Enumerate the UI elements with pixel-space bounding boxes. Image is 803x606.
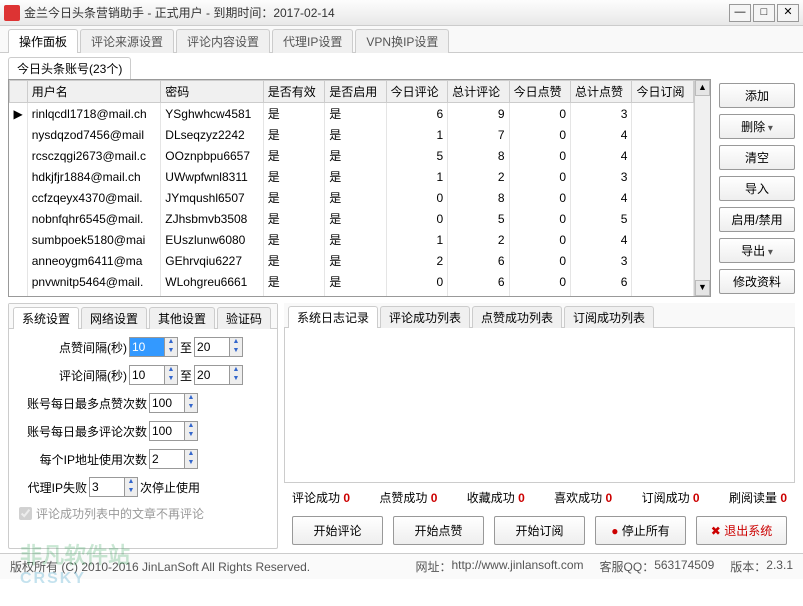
comment-interval-label: 评论间隔(秒) [19,367,127,384]
max-like-input[interactable] [150,394,184,412]
tab-network-settings[interactable]: 网络设置 [81,307,147,329]
ip-use-label: 每个IP地址使用次数 [19,451,147,468]
proxy-fail-suffix: 次停止使用 [140,479,200,496]
column-header[interactable]: 今日点赞 [509,81,570,103]
footer: 版权所有 (C) 2010-2016 JinLanSoft All Rights… [0,553,803,579]
start-subscribe-button[interactable]: 开始订阅 [494,516,585,545]
column-header[interactable]: 总计点赞 [571,81,632,103]
start-comment-button[interactable]: 开始评论 [292,516,383,545]
comment-to-input[interactable] [195,366,229,384]
table-row[interactable]: pnvwnitp5464@mail.WLohgreu6661是是0606 [10,271,694,292]
account-group-label: 今日头条账号(23个) [8,57,131,79]
website-link[interactable]: http://www.jinlansoft.com [451,558,583,575]
log-area[interactable] [284,327,795,483]
max-like-label: 账号每日最多点赞次数 [19,395,147,412]
tab-comment-success[interactable]: 评论成功列表 [380,306,470,328]
export-button[interactable]: 导出 [719,238,795,263]
tab-subscribe-success[interactable]: 订阅成功列表 [564,306,654,328]
column-header[interactable]: 是否有效 [263,81,324,103]
tab-system-settings[interactable]: 系统设置 [13,307,79,329]
close-button[interactable]: ✕ [777,4,799,22]
vertical-scrollbar[interactable]: ▲ ▼ [694,80,710,296]
action-row: 开始评论 开始点赞 开始订阅 停止所有 退出系统 [284,512,795,549]
column-header[interactable]: 今日订阅 [632,81,694,103]
window-title: 金兰今日头条营销助手 - 正式用户 - 到期时间：2017-02-14 [24,4,727,21]
app-icon [4,5,20,21]
tab-like-success[interactable]: 点赞成功列表 [472,306,562,328]
settings-panel: 系统设置 网络设置 其他设置 验证码 点赞间隔(秒) ▲▼ 至 ▲▼ 评论间隔(… [8,303,278,549]
titlebar: 金兰今日头条营销助手 - 正式用户 - 到期时间：2017-02-14 — □ … [0,0,803,26]
tab-comment-source[interactable]: 评论来源设置 [80,29,174,53]
proxy-fail-input[interactable] [90,478,124,496]
table-row[interactable]: ▶rinlqcdl1718@mail.chYSghwhcw4581是是6903 [10,103,694,125]
account-table: 用户名密码是否有效是否启用今日评论总计评论今日点赞总计点赞今日订阅 ▶rinlq… [9,80,694,296]
import-button[interactable]: 导入 [719,176,795,201]
like-interval-label: 点赞间隔(秒) [19,339,127,356]
edit-button[interactable]: 修改资料 [719,269,795,294]
no-recomment-label: 评论成功列表中的文章不再评论 [36,505,204,522]
exit-button[interactable]: 退出系统 [696,516,787,545]
main-tabs: 操作面板 评论来源设置 评论内容设置 代理IP设置 VPN换IP设置 [0,26,803,53]
minimize-button[interactable]: — [729,4,751,22]
comment-from-input[interactable] [130,366,164,384]
column-header[interactable]: 今日评论 [386,81,447,103]
enable-button[interactable]: 启用/禁用 [719,207,795,232]
delete-button[interactable]: 删除 [719,114,795,139]
table-row[interactable]: anneoygm6411@maGEhrvqiu6227是是2603 [10,250,694,271]
table-row[interactable]: nysdqzod7456@mailDLseqzyz2242是是1704 [10,124,694,145]
account-table-wrap: 用户名密码是否有效是否启用今日评论总计评论今日点赞总计点赞今日订阅 ▶rinlq… [8,79,711,297]
table-row[interactable]: ccfzqeyx4370@mail.JYmqushl6507是是0804 [10,187,694,208]
scroll-down[interactable]: ▼ [695,280,710,296]
tab-proxy-ip[interactable]: 代理IP设置 [272,29,353,53]
tab-vpn-ip[interactable]: VPN换IP设置 [355,29,449,53]
no-recomment-checkbox[interactable] [19,507,32,520]
max-comment-label: 账号每日最多评论次数 [19,423,147,440]
ip-use-input[interactable] [150,450,184,468]
table-row[interactable]: rcsczqgi2673@mail.cOOznpbpu6657是是5804 [10,145,694,166]
table-row[interactable]: nobnfqhr6545@mail.ZJhsbmvb3508是是0505 [10,208,694,229]
tab-captcha[interactable]: 验证码 [217,307,271,329]
status-row: 评论成功 0 点赞成功 0 收藏成功 0 喜欢成功 0 订阅成功 0 刷阅读量 … [284,483,795,512]
qq-number: 563174509 [654,558,714,575]
table-row[interactable]: hdkjfjr1884@mail.chUWwpfwnl8311是是1203 [10,166,694,187]
column-header[interactable]: 总计评论 [448,81,509,103]
tab-other-settings[interactable]: 其他设置 [149,307,215,329]
like-to-input[interactable] [195,338,229,356]
stop-all-button[interactable]: 停止所有 [595,516,686,545]
proxy-fail-label: 代理IP失败 [19,479,87,496]
copyright: 版权所有 (C) 2010-2016 JinLanSoft All Rights… [10,558,310,575]
like-from-input[interactable] [130,338,164,356]
column-header[interactable]: 是否启用 [325,81,386,103]
scroll-up[interactable]: ▲ [695,80,710,96]
log-panel: 系统日志记录 评论成功列表 点赞成功列表 订阅成功列表 评论成功 0 点赞成功 … [284,303,795,549]
to-label: 至 [180,339,192,356]
side-buttons: 添加 删除 清空 导入 启用/禁用 导出 修改资料 [711,79,795,297]
table-row[interactable]: lviocdrq6681@mail.cIEmgkxkp4020是是1305 [10,292,694,296]
table-row[interactable]: sumbpoek5180@maiEUszlunw6080是是1204 [10,229,694,250]
maximize-button[interactable]: □ [753,4,775,22]
max-comment-input[interactable] [150,422,184,440]
version: 2.3.1 [766,558,793,575]
add-button[interactable]: 添加 [719,83,795,108]
column-header[interactable]: 用户名 [27,81,161,103]
clear-button[interactable]: 清空 [719,145,795,170]
column-header[interactable]: 密码 [161,81,263,103]
tab-comment-content[interactable]: 评论内容设置 [176,29,270,53]
tab-system-log[interactable]: 系统日志记录 [288,306,378,328]
start-like-button[interactable]: 开始点赞 [393,516,484,545]
tab-control-panel[interactable]: 操作面板 [8,29,78,53]
